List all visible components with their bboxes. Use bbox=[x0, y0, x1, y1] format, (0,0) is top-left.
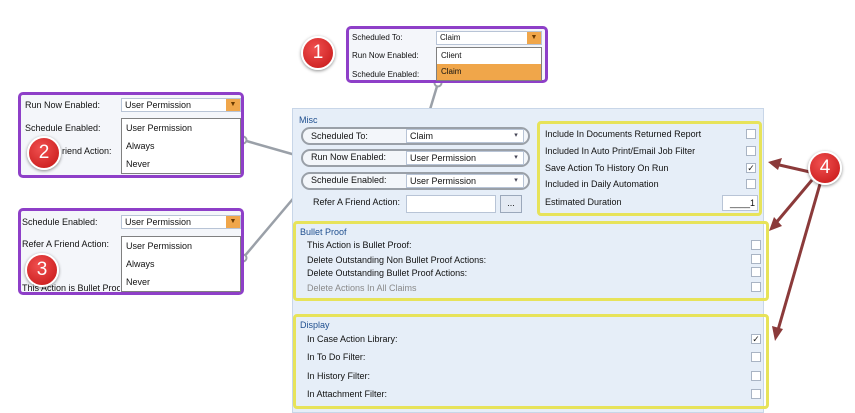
bullet-proof-checkbox[interactable] bbox=[751, 240, 761, 250]
callout-2-badge: 2 bbox=[27, 136, 61, 170]
dropdown-option[interactable]: User Permission bbox=[122, 119, 240, 137]
chevron-down-icon: ▾ bbox=[514, 154, 518, 161]
dropdown-option[interactable]: Always bbox=[122, 255, 240, 273]
scheduled-to-dropdown-list: Client Claim bbox=[436, 47, 542, 81]
misc-group-title: Misc bbox=[299, 115, 318, 125]
popup-schedule-enabled-select[interactable]: User Permission ▼ bbox=[121, 215, 241, 229]
report-option-checkbox[interactable] bbox=[746, 129, 756, 139]
popup-scheduled-to-value: Claim bbox=[440, 33, 461, 42]
callout-4-badge: 4 bbox=[808, 151, 842, 185]
popup-run-now-value: User Permission bbox=[125, 100, 192, 110]
display-checkbox[interactable] bbox=[751, 371, 761, 381]
report-option-label: Included in Daily Automation bbox=[545, 179, 659, 189]
display-option-label: In Attachment Filter: bbox=[307, 389, 388, 399]
dropdown-option[interactable]: Never bbox=[122, 155, 240, 173]
callout-1-badge: 1 bbox=[301, 36, 335, 70]
chevron-down-icon: ▾ bbox=[514, 132, 518, 139]
report-option-label: Included In Auto Print/Email Job Filter bbox=[545, 146, 696, 156]
schedule-enabled-label: Schedule Enabled: bbox=[311, 175, 387, 185]
schedule-enabled-value: User Permission bbox=[410, 176, 477, 186]
bullet-proof-option-label: Delete Outstanding Bullet Proof Actions: bbox=[307, 268, 468, 278]
estimated-duration-label: Estimated Duration bbox=[545, 197, 622, 207]
refer-friend-input[interactable] bbox=[406, 195, 496, 213]
chevron-down-icon: ▼ bbox=[527, 32, 541, 44]
display-option-label: In History Filter: bbox=[307, 371, 371, 381]
popup-run-now-label: Run Now Enabled: bbox=[25, 100, 101, 110]
refer-friend-label: Refer A Friend Action: bbox=[313, 197, 401, 207]
scheduled-to-select[interactable]: Claim ▾ bbox=[406, 129, 524, 143]
schedule-enabled-dropdown-list: User Permission Always Never bbox=[121, 236, 241, 292]
bullet-proof-checkbox[interactable] bbox=[751, 254, 761, 264]
estimated-duration-input[interactable]: ____1 bbox=[722, 195, 758, 211]
report-option-checkbox[interactable]: ✓ bbox=[746, 163, 756, 173]
report-option-label: Save Action To History On Run bbox=[545, 163, 669, 173]
callout-3-badge: 3 bbox=[25, 253, 59, 287]
display-option-label: In Case Action Library: bbox=[307, 334, 398, 344]
dropdown-option[interactable]: User Permission bbox=[122, 237, 240, 255]
popup-scheduled-to-select[interactable]: Claim ▼ bbox=[436, 31, 542, 45]
bullet-proof-option-label: Delete Outstanding Non Bullet Proof Acti… bbox=[307, 255, 487, 265]
popup-schedule-enabled-label: Schedule Enabled: bbox=[22, 217, 98, 227]
scheduled-to-value: Claim bbox=[410, 131, 434, 141]
popup-scheduled-to-label: Scheduled To: bbox=[352, 33, 403, 42]
display-title: Display bbox=[300, 320, 330, 330]
popup-friend-action-label: riend Action: bbox=[62, 146, 112, 156]
report-option-checkbox[interactable] bbox=[746, 146, 756, 156]
bullet-proof-title: Bullet Proof bbox=[300, 227, 347, 237]
browse-button[interactable]: ... bbox=[500, 195, 522, 213]
schedule-enabled-select[interactable]: User Permission ▾ bbox=[406, 174, 524, 188]
bullet-proof-option-label: This Action is Bullet Proof: bbox=[307, 240, 412, 250]
report-option-label: Include In Documents Returned Report bbox=[545, 129, 702, 139]
display-checkbox[interactable] bbox=[751, 352, 761, 362]
popup-run-now-select[interactable]: User Permission ▼ bbox=[121, 98, 241, 112]
bullet-proof-option-label: Delete Actions In All Claims bbox=[307, 283, 417, 293]
popup-schedule-enabled-label: Schedule Enabled: bbox=[25, 123, 101, 133]
chevron-down-icon: ▼ bbox=[226, 99, 240, 111]
run-now-select[interactable]: User Permission ▾ bbox=[406, 151, 524, 165]
scheduled-to-label: Scheduled To: bbox=[311, 131, 368, 141]
run-now-label: Run Now Enabled: bbox=[311, 152, 387, 162]
chevron-down-icon: ▾ bbox=[514, 177, 518, 184]
run-now-value: User Permission bbox=[410, 153, 477, 163]
dropdown-option-selected[interactable]: Claim bbox=[437, 64, 541, 80]
display-option-label: In To Do Filter: bbox=[307, 352, 366, 362]
dropdown-option[interactable]: Always bbox=[122, 137, 240, 155]
bullet-proof-checkbox[interactable] bbox=[751, 282, 761, 292]
popup-refer-friend-label: Refer A Friend Action: bbox=[22, 239, 110, 249]
display-checkbox[interactable]: ✓ bbox=[751, 334, 761, 344]
dropdown-option[interactable]: Client bbox=[437, 48, 541, 64]
popup-run-now-label: Run Now Enabled: bbox=[352, 51, 419, 60]
report-option-checkbox[interactable] bbox=[746, 179, 756, 189]
dropdown-option[interactable]: Never bbox=[122, 273, 240, 291]
bullet-proof-checkbox[interactable] bbox=[751, 267, 761, 277]
run-now-dropdown-list: User Permission Always Never bbox=[121, 118, 241, 174]
popup-schedule-enabled-label: Schedule Enabled: bbox=[352, 70, 420, 79]
popup-schedule-enabled-value: User Permission bbox=[125, 217, 192, 227]
chevron-down-icon: ▼ bbox=[226, 216, 240, 228]
display-checkbox[interactable] bbox=[751, 389, 761, 399]
